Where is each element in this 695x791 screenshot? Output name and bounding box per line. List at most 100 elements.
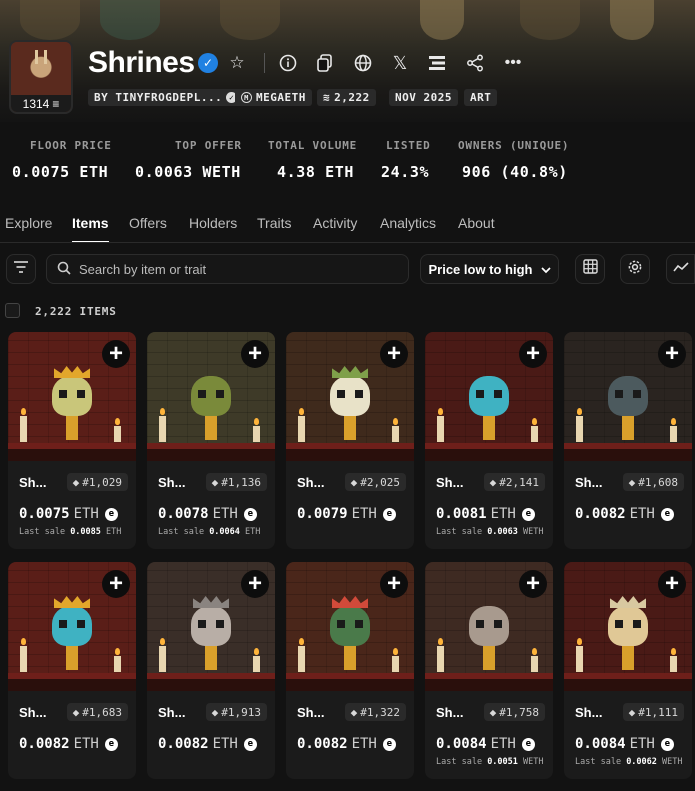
- item-card[interactable]: + Sh... ◆ #1,111 0.0084 ETH e Last sale …: [564, 562, 692, 779]
- last-sale-label: Last sale: [436, 757, 483, 767]
- last-sale-label: Last sale: [575, 757, 622, 767]
- token-id-badge: ◆ #1,758: [483, 703, 545, 721]
- item-card[interactable]: + Sh... ◆ #2,141 0.0081 ETH e Last sale …: [425, 332, 553, 549]
- filter-button[interactable]: [6, 254, 36, 284]
- category-chip[interactable]: ART: [464, 89, 498, 106]
- item-card[interactable]: + Sh... ◆ #1,608 0.0082 ETH e: [564, 332, 692, 549]
- diamond-icon: ◆: [72, 475, 80, 489]
- tab-activity[interactable]: Activity: [313, 215, 357, 231]
- item-card[interactable]: + Sh... ◆ #1,758 0.0084 ETH e Last sale …: [425, 562, 553, 779]
- share-icon[interactable]: [464, 52, 486, 74]
- token-id-badge: ◆ #2,141: [483, 473, 545, 491]
- select-all-checkbox[interactable]: [5, 303, 20, 318]
- collection-avatar[interactable]: 1314 ≡: [9, 40, 73, 114]
- item-card[interactable]: + Sh... ◆ #1,913 0.0082 ETH e: [147, 562, 275, 779]
- item-card[interactable]: + Sh... ◆ #1,322 0.0082 ETH e: [286, 562, 414, 779]
- tab-about[interactable]: About: [458, 215, 495, 231]
- last-sale-currency: WETH: [523, 757, 544, 767]
- add-to-cart-button[interactable]: +: [380, 570, 408, 598]
- item-card[interactable]: + Sh... ◆ #1,136 0.0078 ETH e Last sale …: [147, 332, 275, 549]
- search-placeholder: Search by item or trait: [79, 261, 207, 277]
- trend-chart-icon: [672, 260, 689, 278]
- add-to-cart-button[interactable]: +: [241, 340, 269, 368]
- token-id-badge: ◆ #1,608: [622, 473, 684, 491]
- price-currency: ETH: [212, 506, 238, 522]
- price-value: 0.0078: [158, 506, 209, 522]
- copy-icon[interactable]: [314, 52, 336, 74]
- last-sale-value: 0.0062: [626, 757, 657, 767]
- item-card[interactable]: + Sh... ◆ #1,029 0.0075 ETH e Last sale …: [8, 332, 136, 549]
- add-to-cart-button[interactable]: +: [519, 570, 547, 598]
- item-price: 0.0081 ETH e: [436, 506, 535, 522]
- diamond-icon: ◆: [628, 475, 636, 489]
- price-value: 0.0082: [158, 736, 209, 752]
- price-value: 0.0079: [297, 506, 348, 522]
- tab-divider: [0, 242, 695, 243]
- tab-holders[interactable]: Holders: [189, 215, 237, 231]
- last-sale: Last sale 0.0063 WETH: [436, 527, 544, 537]
- chain-coin-icon: e: [521, 507, 535, 521]
- diamond-icon: ◆: [350, 475, 358, 489]
- star-icon[interactable]: ☆: [226, 52, 248, 74]
- info-icon[interactable]: [277, 52, 299, 74]
- supply-chip: ≋ 2,222: [317, 89, 376, 106]
- diamond-icon: ◆: [211, 705, 219, 719]
- grid-icon: [582, 259, 598, 279]
- token-id: #2,025: [360, 475, 400, 489]
- item-card[interactable]: + Sh... ◆ #1,683 0.0082 ETH e: [8, 562, 136, 779]
- chain-coin-icon: e: [104, 507, 118, 521]
- token-id: #1,136: [221, 475, 261, 489]
- item-price: 0.0082 ETH e: [575, 506, 674, 522]
- tab-traits[interactable]: Traits: [257, 215, 291, 231]
- add-to-cart-button[interactable]: +: [241, 570, 269, 598]
- grid-view-button[interactable]: [575, 254, 605, 284]
- collection-title: Shrines: [88, 46, 195, 79]
- token-id: #1,758: [499, 705, 539, 719]
- price-value: 0.0082: [297, 736, 348, 752]
- tab-analytics[interactable]: Analytics: [380, 215, 436, 231]
- last-sale-value: 0.0064: [209, 527, 240, 537]
- more-icon[interactable]: •••: [502, 52, 524, 74]
- add-to-cart-button[interactable]: +: [380, 340, 408, 368]
- add-to-cart-button[interactable]: +: [102, 340, 130, 368]
- item-name: Sh...: [436, 705, 464, 720]
- add-to-cart-button[interactable]: +: [519, 340, 547, 368]
- creator-chip[interactable]: BY TINYFROGDEPL... ✓: [88, 89, 244, 106]
- layers-icon: ≋: [323, 91, 331, 104]
- token-id: #1,111: [638, 705, 678, 719]
- chain-chip[interactable]: M MEGAETH: [235, 89, 312, 106]
- analytics-view-button[interactable]: [666, 254, 695, 284]
- last-sale-value: 0.0063: [487, 527, 518, 537]
- add-to-cart-button[interactable]: +: [658, 340, 686, 368]
- sort-dropdown[interactable]: Price low to high: [420, 254, 559, 284]
- tab-items[interactable]: Items: [72, 215, 109, 243]
- add-to-cart-button[interactable]: +: [658, 570, 686, 598]
- item-name: Sh...: [19, 705, 47, 720]
- platform-icon: ≡: [52, 96, 60, 111]
- platform-icon[interactable]: [426, 52, 448, 74]
- item-price: 0.0084 ETH e: [575, 736, 674, 752]
- filter-icon: [13, 260, 29, 279]
- item-price: 0.0082 ETH e: [158, 736, 257, 752]
- gear-icon: [627, 259, 643, 280]
- price-value: 0.0084: [575, 736, 626, 752]
- add-to-cart-button[interactable]: +: [102, 570, 130, 598]
- tab-explore[interactable]: Explore: [5, 215, 52, 231]
- settings-button[interactable]: [620, 254, 650, 284]
- globe-icon[interactable]: [352, 52, 374, 74]
- item-card[interactable]: + Sh... ◆ #2,025 0.0079 ETH e: [286, 332, 414, 549]
- tab-offers[interactable]: Offers: [129, 215, 167, 231]
- search-input[interactable]: Search by item or trait: [46, 254, 409, 284]
- price-value: 0.0081: [436, 506, 487, 522]
- avatar-count: 1314 ≡: [11, 95, 71, 112]
- megaeth-icon: M: [241, 92, 252, 103]
- chain-coin-icon: e: [660, 507, 674, 521]
- last-sale: Last sale 0.0051 WETH: [436, 757, 544, 767]
- price-currency: ETH: [212, 736, 238, 752]
- listed-label: LISTED: [386, 139, 431, 152]
- x-icon[interactable]: 𝕏: [389, 52, 411, 74]
- chain-label: MEGAETH: [256, 91, 306, 104]
- top-offer-label: TOP OFFER: [175, 139, 242, 152]
- items-count: 2,222 ITEMS: [35, 305, 117, 318]
- floor-price-label: FLOOR PRICE: [30, 139, 112, 152]
